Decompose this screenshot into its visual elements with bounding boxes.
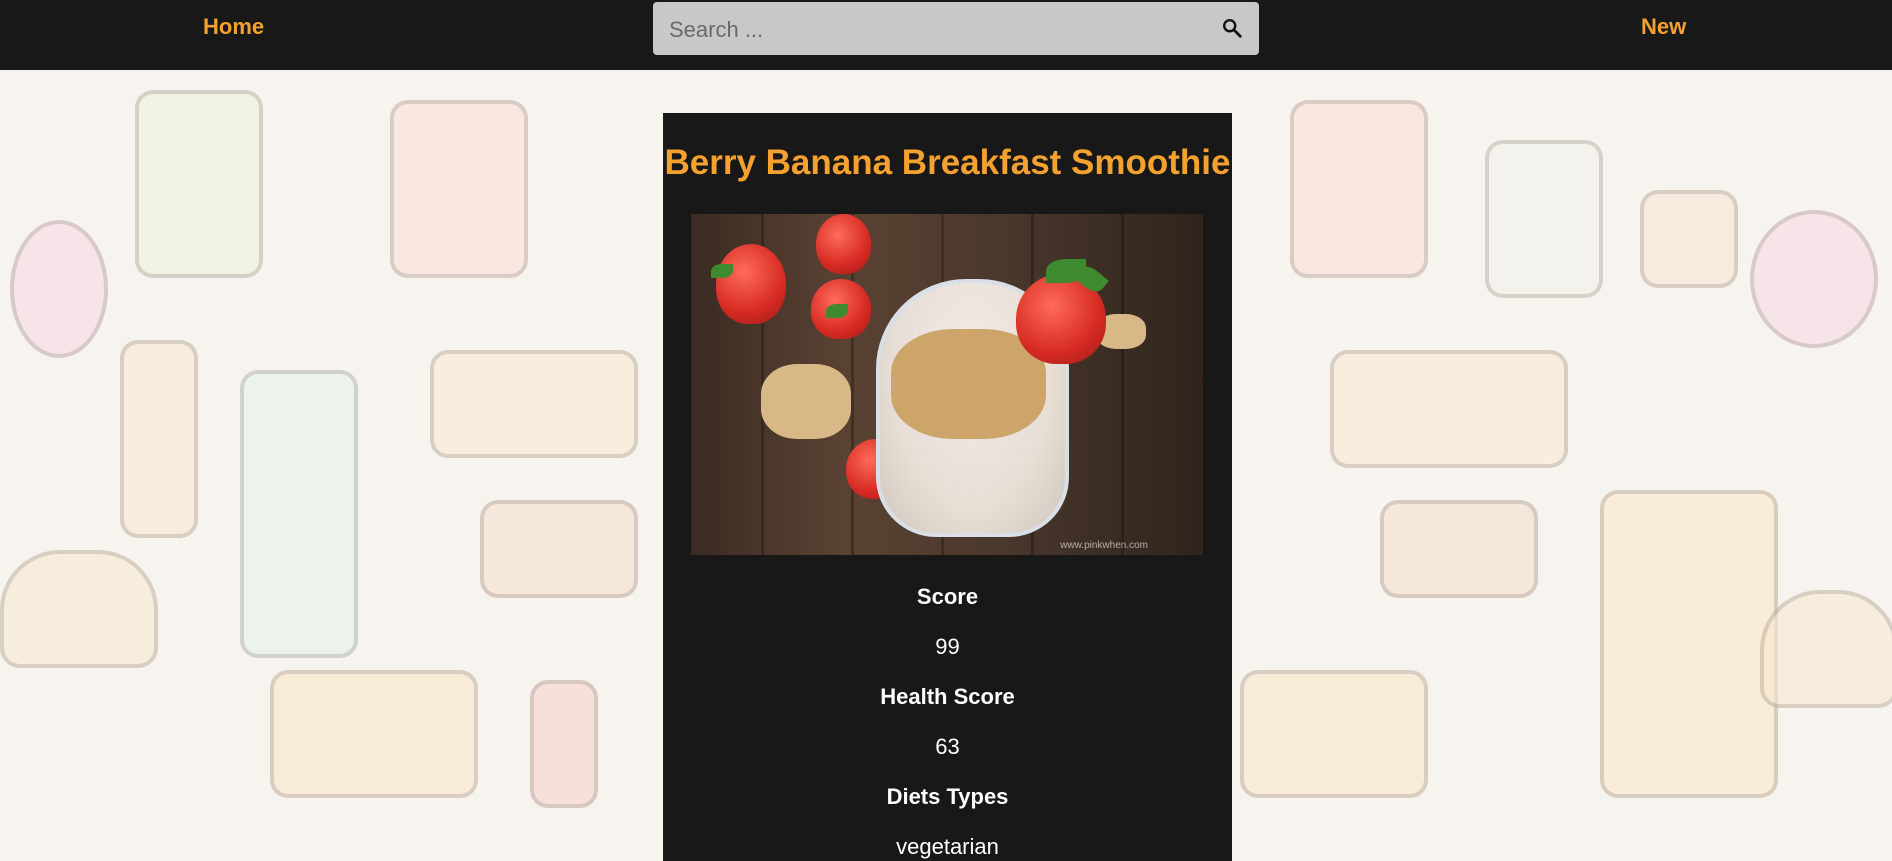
hotdog-doodle bbox=[120, 340, 198, 538]
search-input[interactable] bbox=[667, 2, 1211, 57]
donut-doodle-right bbox=[1750, 210, 1878, 348]
sandwich-doodle-right bbox=[1330, 350, 1568, 468]
fries-doodle bbox=[135, 90, 263, 278]
sandwich-doodle bbox=[430, 350, 638, 458]
score-label: Score bbox=[916, 584, 979, 609]
recipe-title: Berry Banana Breakfast Smoothie bbox=[664, 143, 1231, 182]
image-watermark: www.pinkwhen.com bbox=[1060, 540, 1148, 551]
donut-doodle bbox=[10, 220, 108, 358]
diets-types-label: Diets Types bbox=[886, 784, 1009, 809]
cake-doodle bbox=[480, 500, 638, 598]
icecream-doodle bbox=[1485, 140, 1603, 298]
health-score-value: 63 bbox=[935, 734, 960, 759]
burrito-doodle bbox=[270, 670, 478, 798]
top-navbar: Home New bbox=[0, 0, 1892, 70]
burger-doodle-right bbox=[1760, 590, 1892, 708]
popcorn-doodle bbox=[1600, 490, 1778, 798]
burrito-doodle-right bbox=[1240, 670, 1428, 798]
cake-doodle-right bbox=[1380, 500, 1538, 598]
muffin-doodle bbox=[1640, 190, 1738, 288]
cup-doodle-right bbox=[1290, 100, 1428, 278]
health-score-label: Health Score bbox=[880, 684, 1015, 709]
search-icon[interactable] bbox=[1221, 17, 1243, 39]
milkshake-doodle bbox=[240, 370, 358, 658]
home-link[interactable]: Home bbox=[203, 14, 264, 40]
cup-doodle bbox=[390, 100, 528, 278]
new-recipe-link[interactable]: New bbox=[1641, 14, 1686, 40]
search-bar bbox=[653, 2, 1259, 57]
ketchup-doodle bbox=[530, 680, 598, 808]
recipe-image: www.pinkwhen.com bbox=[691, 214, 1203, 555]
burger-doodle bbox=[0, 550, 158, 668]
score-value: 99 bbox=[935, 634, 960, 659]
recipe-detail-card: Berry Banana Breakfast Smoothie www.pink… bbox=[663, 113, 1232, 861]
diets-types-value: vegetarian bbox=[896, 834, 999, 859]
